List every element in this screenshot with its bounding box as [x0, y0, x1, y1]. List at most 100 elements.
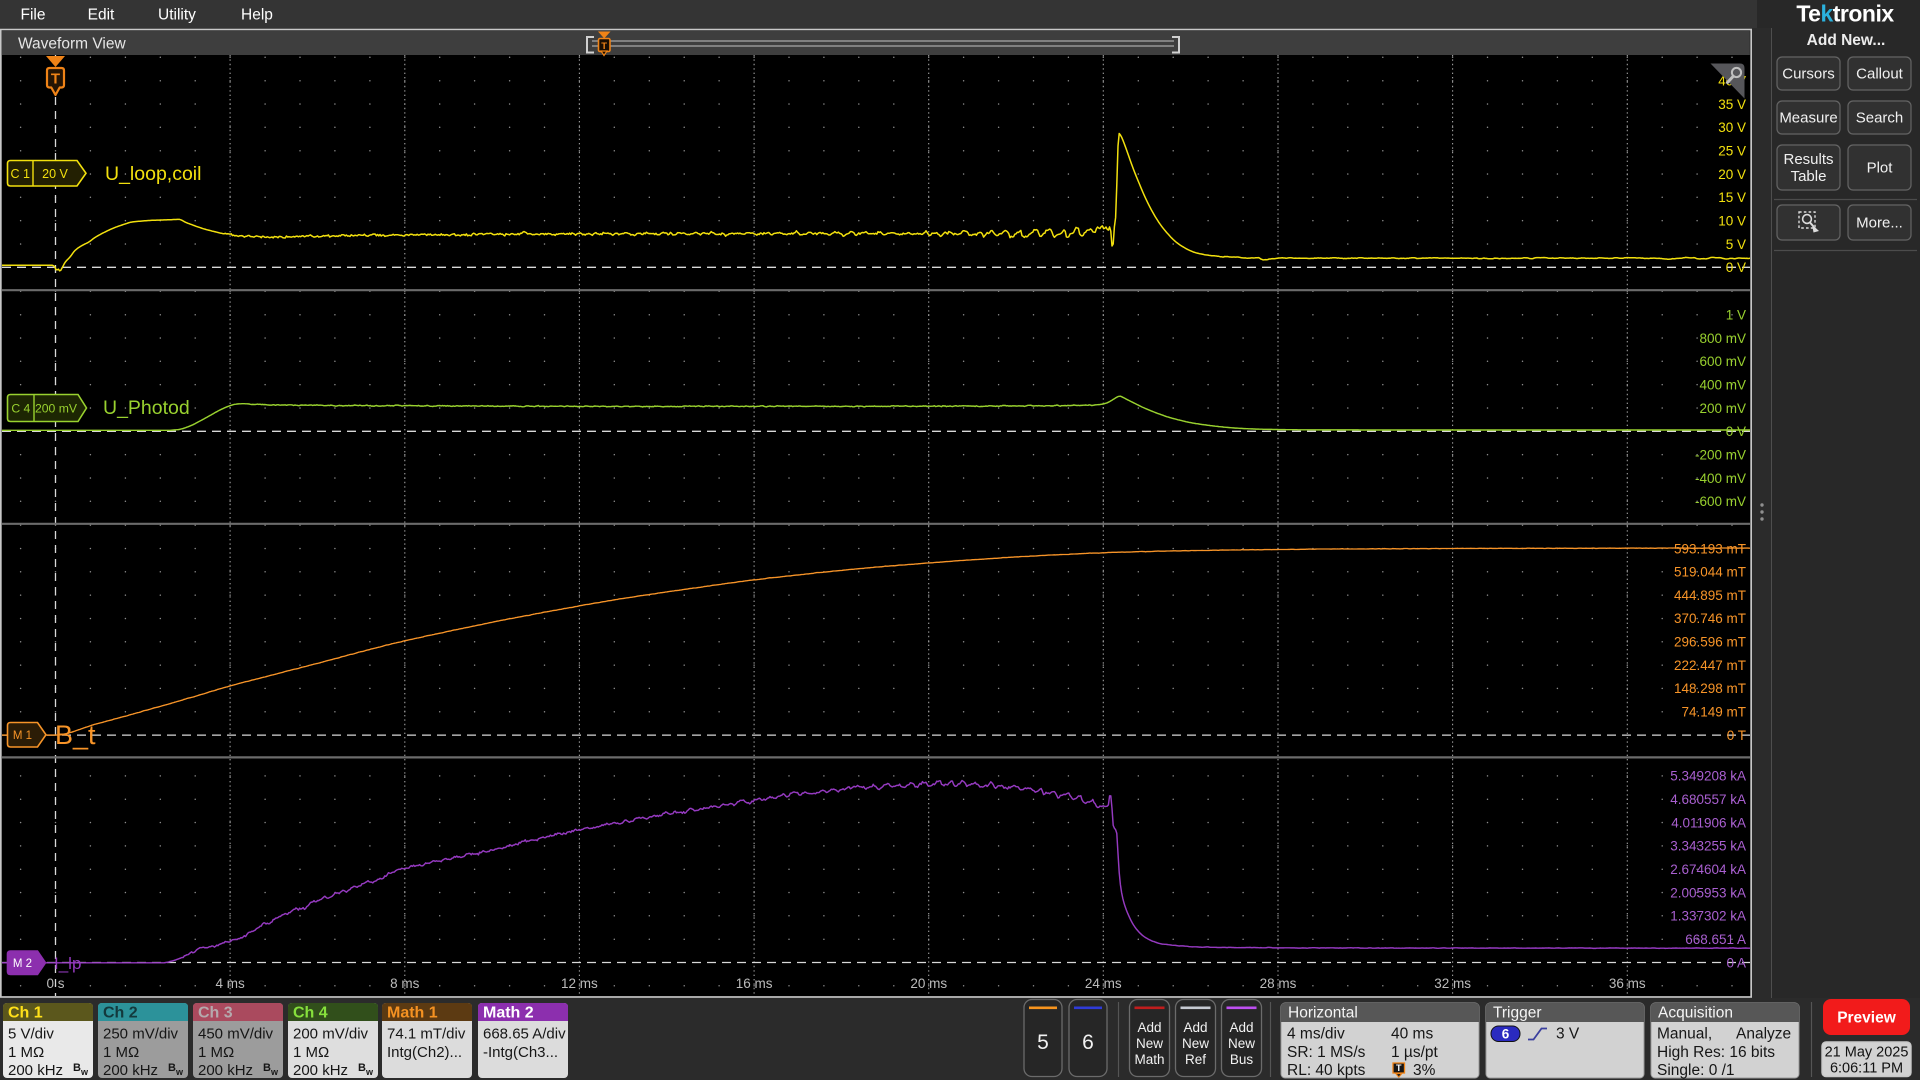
svg-text:1.337302 kA: 1.337302 kA [1670, 909, 1746, 924]
svg-text:w: w [270, 1067, 279, 1077]
svg-text:200 kHz: 200 kHz [198, 1062, 253, 1079]
svg-text:Results: Results [1783, 151, 1833, 168]
svg-text:5 V: 5 V [1726, 237, 1746, 252]
svg-text:High Res: 16 bits: High Res: 16 bits [1657, 1044, 1775, 1061]
svg-text:20 V: 20 V [42, 167, 68, 181]
svg-text:New: New [1136, 1036, 1163, 1051]
svg-text:36 ms: 36 ms [1609, 976, 1646, 991]
svg-text:Horizontal: Horizontal [1288, 1005, 1358, 1022]
svg-text:20 V: 20 V [1718, 167, 1746, 182]
svg-text:M 1: M 1 [13, 730, 32, 742]
svg-text:Ch 3: Ch 3 [198, 1005, 233, 1022]
svg-text:370.746 mT: 370.746 mT [1674, 611, 1746, 626]
svg-text:450 mV/div: 450 mV/div [198, 1026, 274, 1043]
svg-text:1 V: 1 V [1726, 308, 1746, 323]
svg-text:Utility: Utility [158, 7, 196, 24]
svg-text:Math 2: Math 2 [483, 1005, 534, 1022]
svg-text:16 ms: 16 ms [736, 976, 773, 991]
svg-text:Cursors: Cursors [1782, 66, 1835, 83]
svg-text:2.005953 kA: 2.005953 kA [1670, 885, 1746, 900]
svg-text:5.349208 kA: 5.349208 kA [1670, 769, 1746, 784]
svg-text:Intg(Ch2)...: Intg(Ch2)... [387, 1044, 462, 1061]
svg-text:C 4: C 4 [11, 402, 30, 416]
svg-text:1 MΩ: 1 MΩ [293, 1044, 329, 1061]
svg-text:35 V: 35 V [1718, 97, 1746, 112]
svg-text:296.596 mT: 296.596 mT [1674, 635, 1746, 650]
svg-text:25 V: 25 V [1718, 144, 1746, 159]
svg-text:Single: 0 /1: Single: 0 /1 [1657, 1062, 1735, 1079]
svg-text:28 ms: 28 ms [1260, 976, 1297, 991]
svg-text:Add: Add [1137, 1020, 1161, 1035]
svg-text:5: 5 [1037, 1031, 1049, 1054]
svg-text:Search: Search [1856, 110, 1904, 127]
svg-text:668.65 A/div: 668.65 A/div [483, 1026, 566, 1043]
svg-text:Measure: Measure [1779, 110, 1837, 127]
svg-text:0 V: 0 V [1726, 260, 1746, 275]
svg-text:-200 mV: -200 mV [1695, 447, 1746, 462]
svg-text:0 s: 0 s [46, 976, 64, 991]
svg-text:Add: Add [1183, 1020, 1207, 1035]
svg-text:200 kHz: 200 kHz [293, 1062, 348, 1079]
svg-text:3%: 3% [1413, 1062, 1436, 1079]
svg-text:0 T: 0 T [1727, 728, 1746, 743]
svg-text:5 V/div: 5 V/div [8, 1026, 54, 1043]
svg-text:6: 6 [1082, 1031, 1094, 1054]
svg-text:1 µs/pt: 1 µs/pt [1391, 1044, 1439, 1061]
svg-text:200 mV/div: 200 mV/div [293, 1026, 369, 1043]
svg-text:30 V: 30 V [1718, 120, 1746, 135]
svg-text:593.193 mT: 593.193 mT [1674, 541, 1746, 556]
svg-text:2.674604 kA: 2.674604 kA [1670, 862, 1746, 877]
svg-text:w: w [80, 1067, 89, 1077]
svg-text:New: New [1182, 1036, 1209, 1051]
svg-text:Callout: Callout [1856, 66, 1904, 83]
svg-text:148.298 mT: 148.298 mT [1674, 681, 1746, 696]
svg-text:Tektronix: Tektronix [1796, 1, 1894, 27]
svg-text:200 mV: 200 mV [1699, 401, 1746, 416]
svg-text:444.895 mT: 444.895 mT [1674, 588, 1746, 603]
svg-text:w: w [365, 1067, 374, 1077]
svg-text:15 V: 15 V [1718, 190, 1746, 205]
svg-text:New: New [1228, 1036, 1255, 1051]
svg-text:Help: Help [241, 7, 273, 24]
svg-text:Ch 1: Ch 1 [8, 1005, 43, 1022]
svg-text:w: w [175, 1067, 184, 1077]
svg-text:Ch 2: Ch 2 [103, 1005, 138, 1022]
svg-text:200 mV: 200 mV [35, 402, 78, 416]
svg-text:-400 mV: -400 mV [1695, 471, 1746, 486]
svg-text:Math: Math [1134, 1052, 1164, 1067]
svg-text:Bus: Bus [1230, 1052, 1254, 1067]
svg-text:6: 6 [1502, 1027, 1510, 1042]
svg-text:20 ms: 20 ms [910, 976, 947, 991]
svg-text:10 V: 10 V [1718, 213, 1746, 228]
svg-text:Analyze: Analyze [1736, 1026, 1791, 1043]
svg-text:1 MΩ: 1 MΩ [103, 1044, 139, 1061]
svg-text:B_t: B_t [55, 720, 96, 750]
svg-text:3.343255 kA: 3.343255 kA [1670, 839, 1746, 854]
svg-text:600 mV: 600 mV [1699, 354, 1746, 369]
svg-text:250 mV/div: 250 mV/div [103, 1026, 179, 1043]
svg-text:Plot: Plot [1867, 160, 1894, 177]
svg-text:-Intg(Ch3...: -Intg(Ch3... [483, 1044, 558, 1061]
svg-text:Math 1: Math 1 [387, 1005, 438, 1022]
svg-text:200 kHz: 200 kHz [8, 1062, 63, 1079]
svg-text:21 May 2025: 21 May 2025 [1825, 1045, 1909, 1061]
svg-text:3 V: 3 V [1556, 1026, 1580, 1043]
svg-text:1 MΩ: 1 MΩ [198, 1044, 234, 1061]
svg-text:4 ms: 4 ms [215, 976, 245, 991]
svg-text:C 1: C 1 [10, 167, 30, 181]
svg-text:SR: 1 MS/s: SR: 1 MS/s [1287, 1044, 1366, 1061]
svg-text:200 kHz: 200 kHz [103, 1062, 158, 1079]
svg-text:B: B [358, 1062, 366, 1074]
svg-text:74.1 mT/div: 74.1 mT/div [387, 1026, 466, 1043]
svg-text:40 ms: 40 ms [1391, 1026, 1433, 1043]
svg-text:Acquisition: Acquisition [1658, 1005, 1733, 1022]
svg-text:4 ms/div: 4 ms/div [1287, 1026, 1345, 1043]
svg-text:4.011906 kA: 4.011906 kA [1671, 815, 1746, 830]
svg-text:12 ms: 12 ms [561, 976, 598, 991]
svg-text:Table: Table [1791, 168, 1827, 185]
svg-text:Add: Add [1229, 1020, 1253, 1035]
svg-text:0 V: 0 V [1726, 424, 1746, 439]
svg-text:32 ms: 32 ms [1434, 976, 1471, 991]
svg-text:6:06:11 PM: 6:06:11 PM [1830, 1061, 1903, 1077]
svg-text:U_Photod: U_Photod [103, 397, 190, 419]
